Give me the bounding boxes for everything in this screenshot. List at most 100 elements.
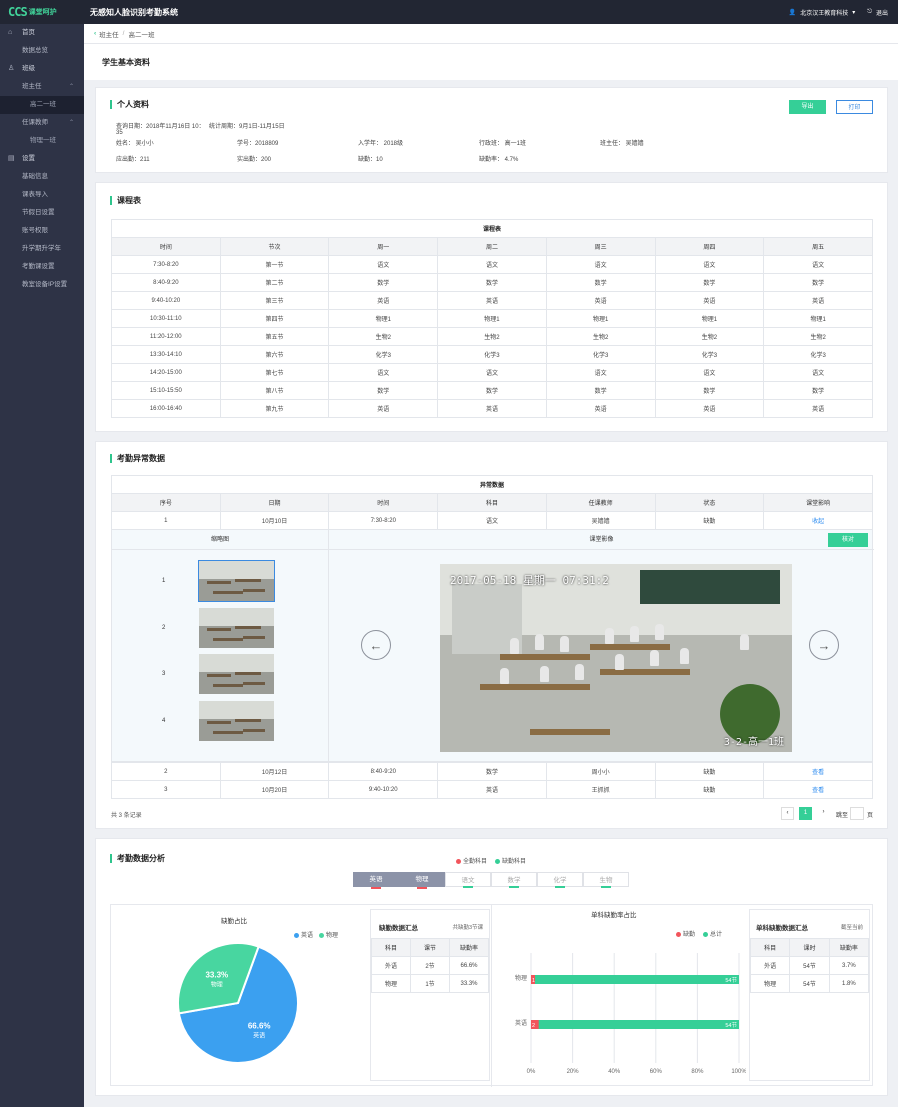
y-category-label: 物理 bbox=[515, 974, 527, 982]
sidebar-item[interactable]: 基础信息 bbox=[0, 168, 84, 186]
logout-icon[interactable]: ⎋ bbox=[867, 9, 872, 16]
table-cell: 第五节 bbox=[219, 327, 330, 346]
pie-name-label: 英语 bbox=[253, 1031, 265, 1039]
summary-title: 缺勤数据汇总 bbox=[379, 925, 418, 932]
legend-dot-icon bbox=[319, 932, 325, 938]
sidebar-item[interactable]: 数据总览 bbox=[0, 42, 84, 60]
column-header: 状态 bbox=[654, 493, 765, 512]
view-link[interactable]: 查看 bbox=[763, 780, 873, 799]
sidebar-item[interactable]: 任课教师 ⌃ bbox=[0, 114, 84, 132]
profile-card: 个人资料 导出 打印 查询日期：2018年11月16日 10：35 统计周期：9… bbox=[95, 87, 888, 173]
x-tick-label: 40% bbox=[608, 1069, 621, 1075]
sidebar-item[interactable]: 账号权限 bbox=[0, 222, 84, 240]
sidebar-item[interactable]: 考勤课设置 bbox=[0, 258, 84, 276]
thumbnail-image[interactable] bbox=[199, 700, 274, 741]
logout-link[interactable]: 退出 bbox=[876, 8, 888, 17]
thumbnail-image[interactable] bbox=[199, 654, 274, 694]
column-header: 缺勤率 bbox=[828, 938, 870, 957]
table-row: 2 10月12日 8:40-9:20 数学 周小小 缺勤 查看 bbox=[111, 762, 873, 781]
bar-total[interactable] bbox=[531, 1020, 739, 1029]
bar-total[interactable] bbox=[531, 975, 739, 984]
chevron-up-icon[interactable]: ⌃ bbox=[69, 78, 74, 96]
sidebar-item[interactable]: 课表导入 bbox=[0, 186, 84, 204]
subject-tab[interactable]: 生物 bbox=[583, 872, 629, 888]
sidebar-item[interactable]: 升学期升学年 bbox=[0, 240, 84, 258]
subject-tab[interactable]: 化学 bbox=[537, 872, 583, 888]
column-header: 周二 bbox=[437, 237, 547, 256]
x-tick-label: 100% bbox=[731, 1069, 746, 1075]
table-row: 9:40-10:20 第三节 英语 英语 英语 英语 英语 bbox=[111, 291, 873, 310]
sidebar-item[interactable]: 班主任 ⌃ bbox=[0, 78, 84, 96]
prev-arrow-icon[interactable]: ← bbox=[361, 630, 391, 660]
tab-marker bbox=[555, 886, 565, 888]
table-cell: 1.8% bbox=[828, 974, 870, 993]
schedule-table-wrap: 课程表 时间 节次 周一 周二 周三 周四 周五 7:30-8:20 第一节 语文 语文 语文 语文 语文… bbox=[111, 219, 873, 418]
profile-title: 个人资料 bbox=[110, 100, 149, 109]
table-cell: 数学 bbox=[654, 273, 765, 292]
table-cell: 吴嫱嫱 bbox=[545, 511, 656, 530]
legend-dot-icon bbox=[703, 931, 709, 937]
sidebar-item[interactable]: 高二一班 bbox=[0, 96, 84, 114]
subject-tab[interactable]: 语文 bbox=[445, 872, 491, 888]
analysis-card: 考勤数据分析 全勤科目 缺勤科目 英语 物理 语文 数学 化学 生物 缺勤占比 英语 物理 6… bbox=[95, 838, 888, 1096]
sidebar-item-label: 考勤课设置 bbox=[22, 263, 55, 270]
breadcrumb-parent[interactable]: 班主任 bbox=[99, 29, 119, 39]
table-cell: 10:30-11:10 bbox=[111, 309, 221, 328]
pager-next[interactable]: › bbox=[817, 807, 830, 820]
next-arrow-icon[interactable]: → bbox=[809, 630, 839, 660]
sidebar-item[interactable]: 教室设备IP设置 bbox=[0, 276, 84, 294]
table-cell: 缺勤 bbox=[654, 762, 765, 781]
breadcrumb-current: 高二一班 bbox=[128, 31, 155, 39]
pager-current[interactable]: 1 bbox=[799, 807, 812, 820]
bar-legend-item: 缺勤 bbox=[676, 929, 695, 938]
thumbnail-image[interactable] bbox=[199, 607, 274, 648]
table-cell: 英语 bbox=[654, 291, 765, 310]
sidebar-item[interactable]: 物理一班 bbox=[0, 132, 84, 150]
table-cell: 第七节 bbox=[219, 363, 330, 382]
print-button[interactable]: 打印 bbox=[836, 100, 873, 114]
table-cell: 数学 bbox=[437, 381, 547, 400]
table-cell: 语文 bbox=[654, 363, 765, 382]
table-cell: 语文 bbox=[545, 363, 656, 382]
subject-tab[interactable]: 英语 bbox=[353, 872, 399, 889]
table-cell: 第一节 bbox=[219, 255, 330, 274]
table-cell: 英语 bbox=[328, 399, 439, 418]
table-cell: 第六节 bbox=[219, 345, 330, 364]
subject-tab[interactable]: 物理 bbox=[399, 872, 445, 889]
table-cell: 英语 bbox=[437, 780, 547, 799]
classroom-video[interactable]: 2017-05-18 星期一 07:31:2 3-2-高一1班 bbox=[440, 564, 792, 752]
table-row: 13:30-14:10 第六节 化学3 化学3 化学3 化学3 化学3 bbox=[111, 345, 873, 364]
subject-tab[interactable]: 数学 bbox=[491, 872, 537, 888]
table-row: 外语 2节 66.6% bbox=[371, 956, 489, 975]
goto-input[interactable] bbox=[850, 807, 864, 820]
thumbnail-image[interactable] bbox=[198, 560, 275, 602]
table-row: 16:00-16:40 第九节 英语 英语 英语 英语 英语 bbox=[111, 399, 873, 418]
view-link[interactable]: 收起 bbox=[763, 511, 873, 530]
user-name[interactable]: 北京汉王教育科技 bbox=[800, 8, 848, 17]
schedule-table: 课程表 时间 节次 周一 周二 周三 周四 周五 7:30-8:20 第一节 语文 语文 语文 语文 语文… bbox=[111, 219, 873, 418]
bar-total-label: 54节 bbox=[725, 1021, 737, 1029]
verify-button[interactable]: 核对 bbox=[828, 533, 868, 547]
sidebar-item-label: 升学期升学年 bbox=[22, 245, 61, 252]
caret-down-icon[interactable]: ▾ bbox=[852, 9, 855, 16]
subject-tab-label: 英语 bbox=[369, 876, 383, 883]
record-total: 共 3 条记录 bbox=[111, 813, 142, 819]
sidebar-item-label: 课表导入 bbox=[22, 191, 48, 198]
sidebar-item-label: 物理一班 bbox=[30, 137, 56, 144]
sidebar-item[interactable]: ▤ 设置 bbox=[0, 150, 84, 168]
pager-prev[interactable]: ‹ bbox=[781, 807, 794, 820]
sidebar-item[interactable]: 节假日设置 bbox=[0, 204, 84, 222]
export-button[interactable]: 导出 bbox=[789, 100, 826, 114]
sidebar-item[interactable]: ♙ 班级 bbox=[0, 60, 84, 78]
column-header: 节次 bbox=[219, 237, 330, 256]
anomaly-card: 考勤异常数据 异常数据 序号 日期 时间 科目 任课教师 状态 课堂影响 1 10月10日 7:… bbox=[95, 441, 888, 829]
legend-dot-icon bbox=[456, 858, 461, 864]
bar-title: 单科缺勤率占比 bbox=[591, 912, 637, 919]
view-link[interactable]: 查看 bbox=[763, 762, 873, 781]
schedule-caption: 课程表 bbox=[111, 219, 873, 238]
sidebar-item[interactable]: ⌂ 首页 bbox=[0, 24, 84, 42]
back-chevron-icon[interactable]: ‹ bbox=[94, 30, 96, 37]
chevron-up-icon[interactable]: ⌃ bbox=[69, 114, 74, 132]
table-cell: 物理1 bbox=[328, 309, 439, 328]
column-header: 科目 bbox=[371, 938, 411, 957]
